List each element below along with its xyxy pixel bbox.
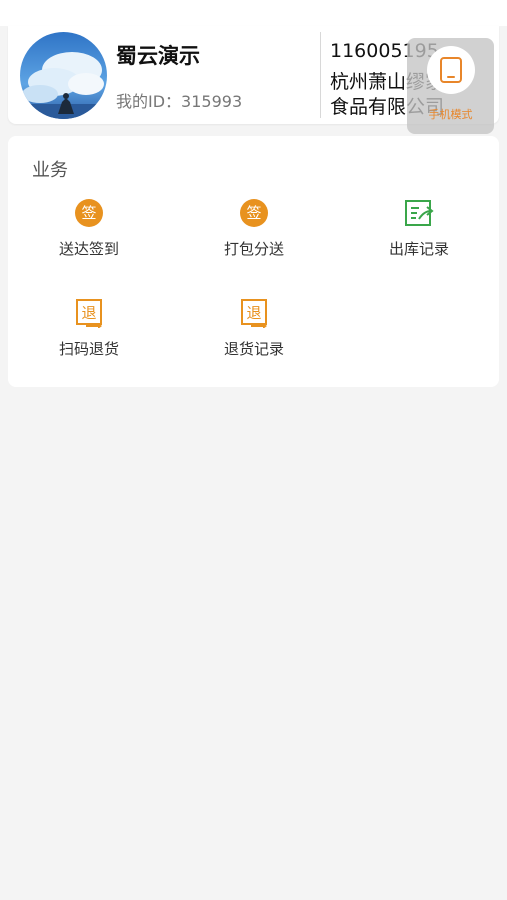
- biz-item-label: 出库记录: [388, 240, 449, 258]
- sign-icon: 签: [240, 199, 268, 227]
- divider: [320, 32, 321, 118]
- avatar[interactable]: [20, 32, 107, 119]
- status-bar: [0, 0, 507, 26]
- return-icon: 退: [76, 299, 102, 328]
- phone-mode-button[interactable]: 手机模式: [407, 38, 494, 134]
- user-name: 蜀云演示: [116, 44, 200, 68]
- pack-distribute-button[interactable]: 签 打包分送: [189, 198, 319, 268]
- outbound-record-button[interactable]: 出库记录: [354, 198, 484, 268]
- svg-text:签: 签: [246, 204, 261, 222]
- svg-text:退: 退: [246, 304, 261, 322]
- section-title: 业务: [32, 160, 68, 181]
- avatar-image: [20, 32, 107, 119]
- delivery-signin-button[interactable]: 签 送达签到: [24, 198, 154, 268]
- sign-icon: 签: [75, 199, 103, 227]
- mode-label: 手机模式: [428, 108, 473, 121]
- biz-item-label: 退货记录: [223, 340, 284, 358]
- return-icon: 退: [241, 299, 267, 328]
- tablet-icon: [440, 57, 462, 83]
- scan-return-button[interactable]: 退 扫码退货: [24, 298, 154, 368]
- user-id: 我的ID：315993: [116, 92, 243, 111]
- return-record-button[interactable]: 退 退货记录: [189, 298, 319, 368]
- svg-text:退: 退: [81, 304, 96, 322]
- biz-item-label: 扫码退货: [58, 340, 119, 358]
- biz-item-label: 送达签到: [58, 240, 119, 258]
- mode-icon-circle: [427, 46, 475, 94]
- svg-text:签: 签: [81, 204, 96, 222]
- outbound-record-icon: [405, 200, 434, 226]
- biz-item-label: 打包分送: [223, 240, 284, 258]
- business-card: 业务 签 送达签到 签 打包分送 出库记录 退 扫码退货 退 退货记录: [8, 136, 499, 387]
